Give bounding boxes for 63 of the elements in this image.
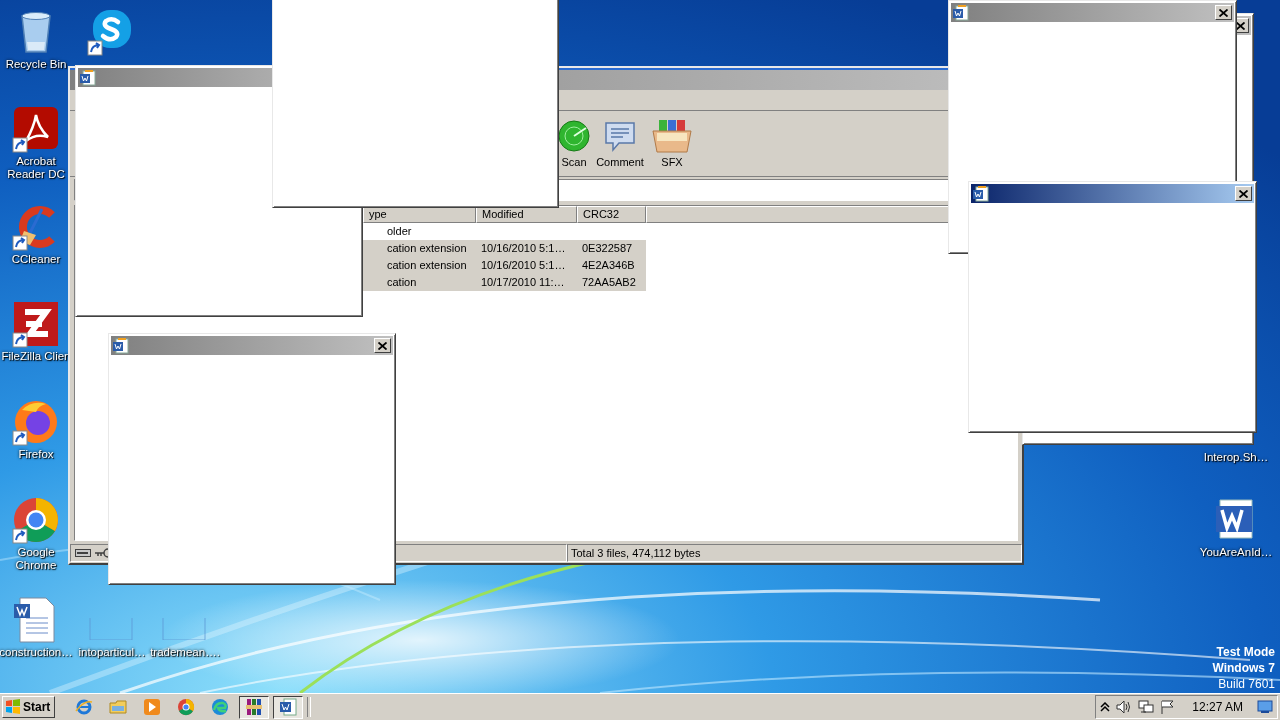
document-icon: [953, 4, 969, 21]
system-notice: Test Mode: [1216, 644, 1275, 660]
start-button[interactable]: Start: [2, 696, 56, 718]
table-cell: cation extension: [363, 240, 476, 257]
close-icon: [378, 341, 387, 350]
speaker-icon[interactable]: [1116, 700, 1133, 714]
chevron-up-icon[interactable]: [1100, 702, 1111, 712]
icon-label: CCleaner: [10, 253, 62, 266]
close-icon: [1239, 189, 1248, 198]
speech-bubble-icon: [603, 119, 637, 153]
taskbar-button[interactable]: [273, 695, 304, 719]
toolbar-button[interactable]: Comment: [597, 119, 643, 173]
system-notice: Build 7601: [1218, 676, 1275, 692]
document-icon: [973, 185, 989, 202]
media-player-icon: [143, 698, 162, 716]
close-icon: [1219, 8, 1228, 17]
windows-logo-icon: [5, 699, 21, 715]
column-header[interactable]: Modified: [476, 206, 577, 223]
network-icon[interactable]: [1138, 700, 1155, 714]
show-desktop-icon[interactable]: [1257, 700, 1273, 714]
close-button[interactable]: [374, 338, 391, 353]
toolbar-button[interactable]: SFX: [649, 119, 695, 173]
browser-icon: [177, 698, 196, 716]
close-button[interactable]: [1215, 5, 1232, 20]
table-cell: 10/16/2010 5:1…: [476, 240, 577, 257]
archive-app-icon: [245, 698, 264, 716]
close-button[interactable]: [1235, 186, 1252, 201]
column-header[interactable]: CRC32: [577, 206, 646, 223]
icon-label: Interop.Sh…: [1202, 451, 1270, 464]
browser-icon: [211, 698, 230, 716]
ftp-app-icon[interactable]: [12, 300, 60, 348]
close-icon: [1236, 21, 1245, 30]
table-cell-text: older: [386, 224, 413, 239]
icon-label: construction…: [0, 646, 74, 659]
folder-icon: [109, 698, 128, 716]
browser-icon[interactable]: [12, 398, 60, 446]
document-icon: [113, 337, 129, 354]
table-cell: 4E2A346B: [577, 257, 646, 274]
icon-label: intoparticul…: [77, 646, 147, 659]
browser-icon[interactable]: [12, 496, 60, 544]
status-text: Total 3 files, 474,112 bytes: [567, 544, 1022, 562]
pdf-app-icon[interactable]: [12, 105, 60, 153]
browser-icon: [75, 698, 94, 716]
document-icon: [80, 69, 96, 86]
table-cell: 10/17/2010 11:…: [476, 274, 577, 291]
icon-label: trademean….: [149, 646, 221, 659]
icon-label: Recycle Bin: [4, 58, 68, 71]
system-notice: Windows 7: [1212, 660, 1275, 676]
word-processor-icon: [279, 698, 298, 716]
table-cell: cation: [363, 274, 476, 291]
icon-label: YouAreAnId…: [1198, 546, 1274, 559]
drive-icon: [75, 549, 91, 557]
taskbar-button[interactable]: [239, 695, 270, 719]
clock[interactable]: 12:27 AM: [1192, 700, 1243, 714]
table-cell: 0E322587: [577, 240, 646, 257]
icon-label: Acrobat Reader DC: [6, 155, 66, 181]
table-cell: 10/16/2010 5:1…: [476, 257, 577, 274]
radar-icon: [557, 119, 591, 153]
icon-label: Firefox: [17, 448, 55, 461]
table-cell: 72AA5AB2: [577, 274, 646, 291]
table-cell: cation extension: [363, 257, 476, 274]
box-of-books-icon: [651, 119, 693, 153]
icon-label: Google Chrome: [14, 546, 58, 572]
